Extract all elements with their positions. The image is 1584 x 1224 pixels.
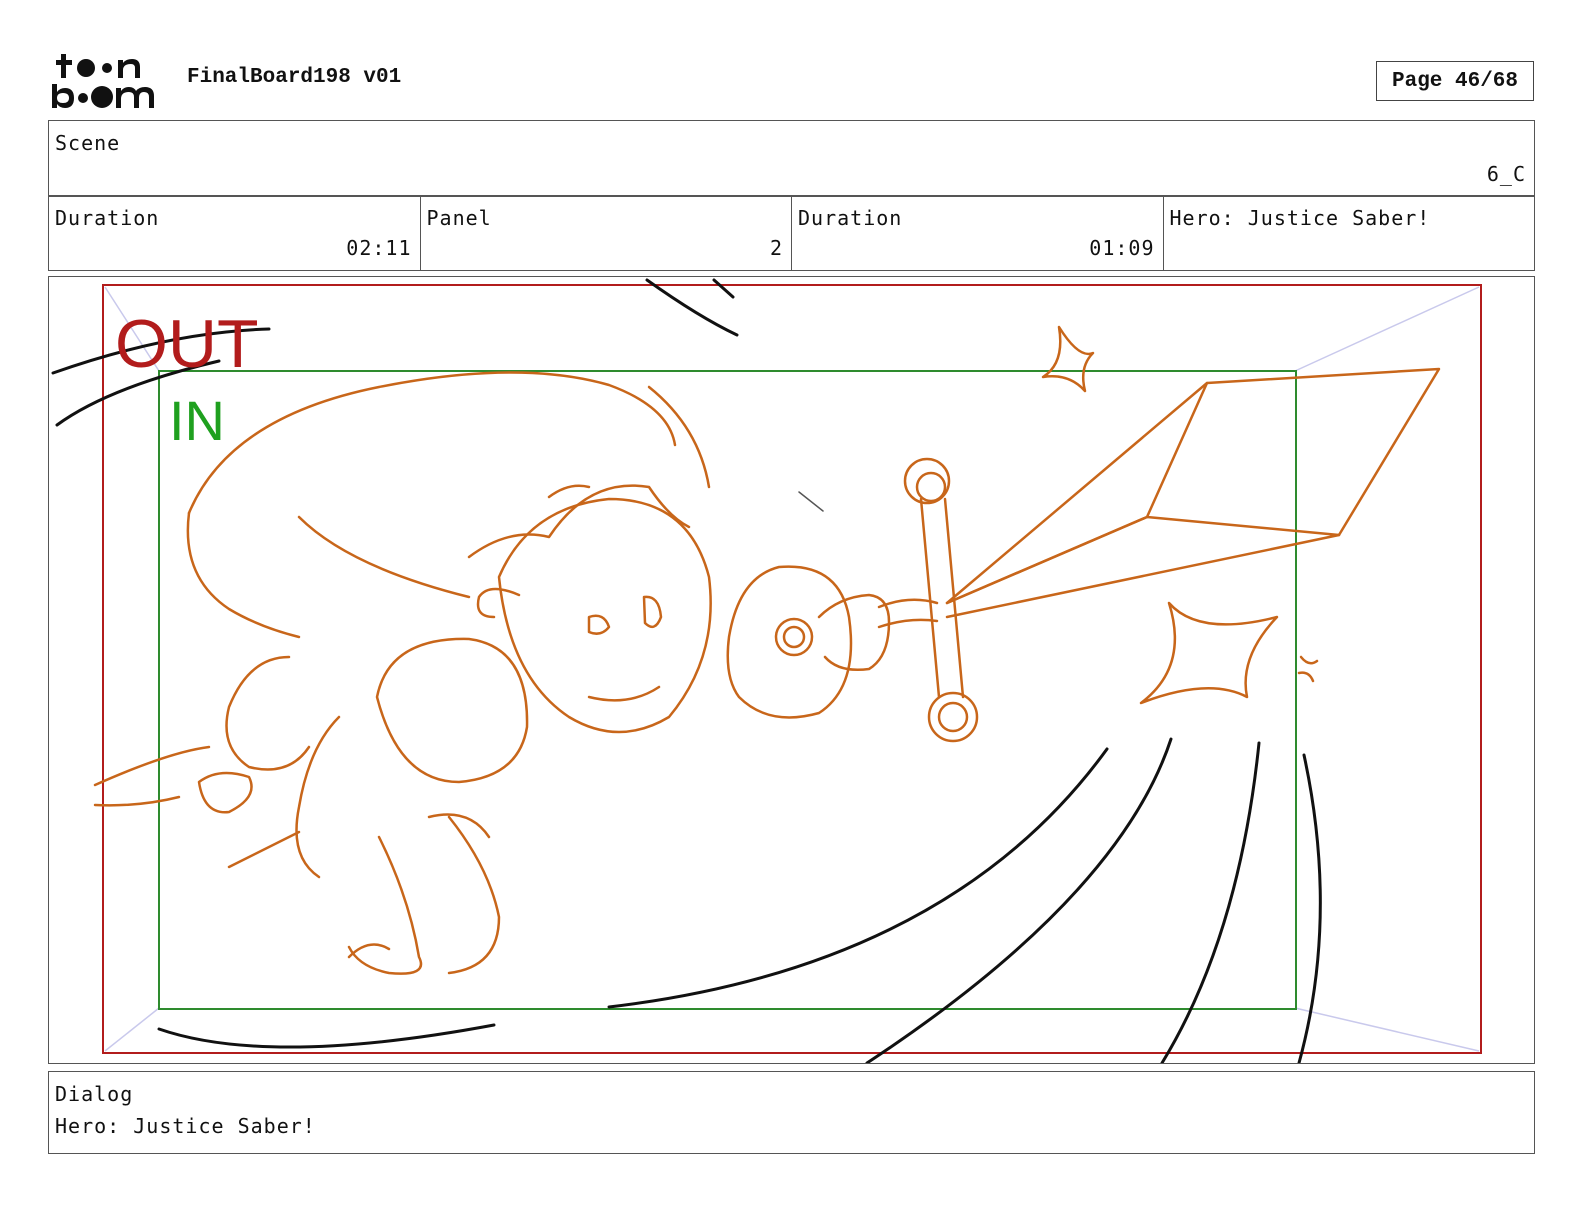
dialog-preview-cell: Hero: Justice Saber! [1164, 196, 1535, 270]
dialog-field: Dialog Hero: Justice Saber! [48, 1071, 1535, 1154]
page-indicator: Page 46/68 [1376, 61, 1534, 101]
panel-cell: Panel 2 [421, 196, 792, 270]
dialog-label: Dialog [55, 1082, 134, 1106]
in-label: IN [169, 389, 225, 452]
out-frame [102, 284, 1482, 1054]
panel-value: 2 [769, 236, 783, 260]
document-title: FinalBoard198 v01 [187, 66, 402, 89]
out-label: OUT [115, 306, 259, 382]
scene-duration-label: Duration [55, 206, 160, 230]
dialog-preview-text: Hero: Justice Saber! [1169, 206, 1431, 230]
scene-duration-cell: Duration 02:11 [49, 196, 421, 270]
toon-boom-logo [52, 54, 154, 108]
scene-label: Scene [55, 131, 121, 155]
panel-duration-cell: Duration 01:09 [792, 196, 1164, 270]
storyboard-panel: OUT IN [48, 276, 1535, 1064]
scene-field: Scene 6_C [48, 120, 1535, 197]
panel-duration-label: Duration [798, 206, 903, 230]
panel-drawing: OUT IN [51, 278, 1482, 1063]
panel-label: Panel [426, 206, 492, 230]
panel-duration-value: 01:09 [1089, 236, 1155, 260]
info-row: Duration 02:11 Panel 2 Duration 01:09 He… [48, 195, 1535, 271]
dialog-text: Hero: Justice Saber! [55, 1114, 316, 1138]
in-frame [158, 370, 1297, 1010]
scene-duration-value: 02:11 [346, 236, 412, 260]
scene-value: 6_C [1486, 162, 1526, 186]
